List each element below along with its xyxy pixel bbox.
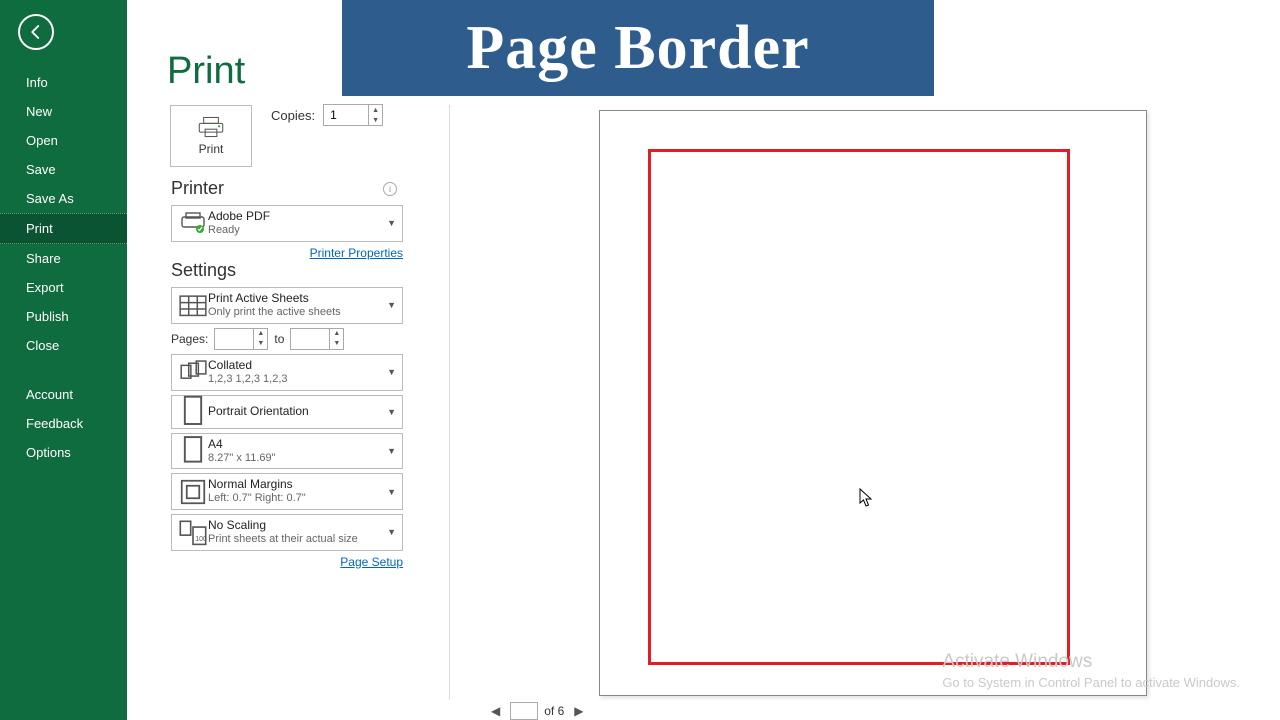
pages-to-up[interactable]: ▲ bbox=[330, 329, 343, 339]
pages-from-input[interactable] bbox=[215, 332, 255, 346]
nav-save-as[interactable]: Save As bbox=[0, 184, 127, 213]
settings-section: Settings Print Active SheetsOnly print t… bbox=[171, 260, 403, 569]
chevron-down-icon: ▼ bbox=[387, 218, 396, 228]
nav-close[interactable]: Close bbox=[0, 331, 127, 360]
pager-current-input[interactable] bbox=[510, 702, 538, 720]
pages-to-down[interactable]: ▼ bbox=[330, 339, 343, 349]
paper-l1: A4 bbox=[208, 437, 387, 452]
overlay-banner: Page Border bbox=[342, 0, 934, 96]
scaling-dropdown[interactable]: 100 No ScalingPrint sheets at their actu… bbox=[171, 514, 403, 551]
scaling-icon: 100 bbox=[178, 519, 208, 545]
collate-l2: 1,2,3 1,2,3 1,2,3 bbox=[208, 373, 387, 387]
nav-info[interactable]: Info bbox=[0, 68, 127, 97]
printer-dropdown[interactable]: Adobe PDF Ready ▼ bbox=[171, 205, 403, 242]
printer-section: Printer i Adobe PDF Ready ▼ Printer Prop… bbox=[171, 178, 403, 260]
portrait-icon bbox=[178, 399, 208, 425]
cursor-icon bbox=[859, 488, 873, 508]
nav-publish[interactable]: Publish bbox=[0, 302, 127, 331]
print-backstage: Print Print Copies: ▲▼ Printer i Adobe P… bbox=[127, 0, 1280, 720]
collate-icon bbox=[178, 359, 208, 385]
nav-feedback[interactable]: Feedback bbox=[0, 409, 127, 438]
preview-pager: ◀ of 6 ▶ bbox=[487, 702, 587, 720]
print-what-l1: Print Active Sheets bbox=[208, 291, 387, 306]
paper-l2: 8.27" x 11.69" bbox=[208, 452, 387, 466]
chevron-down-icon: ▼ bbox=[387, 487, 396, 497]
pager-prev[interactable]: ◀ bbox=[487, 704, 504, 718]
pages-to-input[interactable] bbox=[291, 332, 331, 346]
pages-to-spinner[interactable]: ▲▼ bbox=[290, 328, 344, 350]
print-button-label: Print bbox=[199, 142, 224, 156]
divider bbox=[449, 105, 450, 700]
printer-status: Ready bbox=[208, 224, 387, 238]
arrow-left-icon bbox=[27, 23, 45, 41]
chevron-down-icon: ▼ bbox=[387, 407, 396, 417]
svg-text:100: 100 bbox=[195, 535, 207, 542]
pages-row: Pages: ▲▼ to ▲▼ bbox=[171, 328, 403, 350]
paper-size-dropdown[interactable]: A48.27" x 11.69" ▼ bbox=[171, 433, 403, 470]
print-what-dropdown[interactable]: Print Active SheetsOnly print the active… bbox=[171, 287, 403, 324]
nav-export[interactable]: Export bbox=[0, 273, 127, 302]
pages-from-down[interactable]: ▼ bbox=[254, 339, 267, 349]
margins-dropdown[interactable]: Normal MarginsLeft: 0.7" Right: 0.7" ▼ bbox=[171, 473, 403, 510]
printer-info-icon[interactable]: i bbox=[383, 182, 397, 196]
chevron-down-icon: ▼ bbox=[387, 446, 396, 456]
orientation-l1: Portrait Orientation bbox=[208, 400, 387, 423]
printer-device-icon bbox=[178, 210, 208, 236]
backstage-sidebar: Info New Open Save Save As Print Share E… bbox=[0, 0, 127, 720]
margins-l1: Normal Margins bbox=[208, 477, 387, 492]
pages-from-spinner[interactable]: ▲▼ bbox=[214, 328, 268, 350]
nav-new[interactable]: New bbox=[0, 97, 127, 126]
nav-print[interactable]: Print bbox=[0, 213, 127, 244]
copies-down[interactable]: ▼ bbox=[369, 115, 382, 125]
nav-save[interactable]: Save bbox=[0, 155, 127, 184]
sheets-icon bbox=[178, 292, 208, 318]
pager-of-label: of 6 bbox=[544, 704, 564, 718]
margins-icon bbox=[178, 479, 208, 505]
chevron-down-icon: ▼ bbox=[387, 300, 396, 310]
scaling-l1: No Scaling bbox=[208, 518, 387, 533]
printer-properties-link[interactable]: Printer Properties bbox=[171, 246, 403, 260]
page-icon bbox=[178, 438, 208, 464]
copies-label: Copies: bbox=[271, 108, 315, 123]
settings-heading: Settings bbox=[171, 260, 403, 281]
nav-account[interactable]: Account bbox=[0, 380, 127, 409]
nav-options[interactable]: Options bbox=[0, 438, 127, 467]
back-button[interactable] bbox=[18, 14, 54, 50]
pages-to-label: to bbox=[274, 332, 284, 346]
print-preview bbox=[599, 110, 1147, 696]
pages-from-up[interactable]: ▲ bbox=[254, 329, 267, 339]
margins-l2: Left: 0.7" Right: 0.7" bbox=[208, 492, 387, 506]
print-what-l2: Only print the active sheets bbox=[208, 306, 387, 320]
copies-row: Copies: ▲▼ bbox=[271, 104, 383, 126]
nav-open[interactable]: Open bbox=[0, 126, 127, 155]
pager-next[interactable]: ▶ bbox=[570, 704, 587, 718]
collate-dropdown[interactable]: Collated1,2,3 1,2,3 1,2,3 ▼ bbox=[171, 354, 403, 391]
printer-icon bbox=[196, 116, 226, 138]
nav-primary: Info New Open Save Save As Print Share E… bbox=[0, 68, 127, 467]
copies-spinner[interactable]: ▲▼ bbox=[323, 104, 383, 126]
pages-label: Pages: bbox=[171, 332, 208, 346]
page-title: Print bbox=[167, 50, 245, 93]
printer-heading: Printer bbox=[171, 178, 403, 199]
chevron-down-icon: ▼ bbox=[387, 367, 396, 377]
copies-input[interactable] bbox=[324, 108, 364, 122]
collate-l1: Collated bbox=[208, 358, 387, 373]
nav-share[interactable]: Share bbox=[0, 244, 127, 273]
chevron-down-icon: ▼ bbox=[387, 527, 396, 537]
page-setup-link[interactable]: Page Setup bbox=[171, 555, 403, 569]
printer-name: Adobe PDF bbox=[208, 209, 387, 224]
page-border-rectangle bbox=[648, 149, 1070, 665]
scaling-l2: Print sheets at their actual size bbox=[208, 533, 387, 547]
copies-up[interactable]: ▲ bbox=[369, 105, 382, 115]
print-button[interactable]: Print bbox=[170, 105, 252, 167]
orientation-dropdown[interactable]: Portrait Orientation ▼ bbox=[171, 395, 403, 429]
